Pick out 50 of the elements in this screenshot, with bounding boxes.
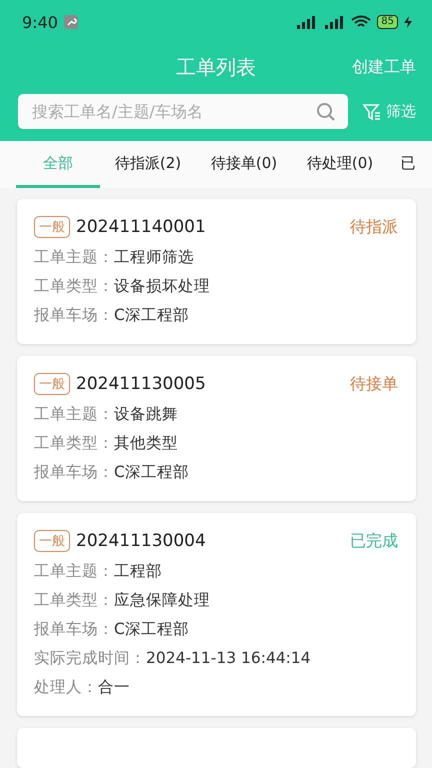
filter-tab[interactable]: 待接单(0) (196, 141, 292, 188)
field-value: 其他类型 (114, 433, 178, 454)
order-number: 202411130004 (76, 531, 206, 551)
field-label: 工单类型： (34, 590, 114, 611)
priority-badge: 一般 (34, 216, 70, 238)
order-card[interactable]: 一般 202411140001 待指派 工单主题：工程师筛选 工单类型：设备损坏处理 报单车场：C深工程部 (17, 199, 416, 344)
signal-icon (323, 15, 346, 29)
field-label: 工单主题： (34, 404, 114, 425)
field-value: 工程部 (114, 561, 162, 582)
field-label: 处理人： (34, 677, 98, 698)
field-value: 设备跳舞 (114, 404, 178, 425)
battery-level: 85 (377, 15, 398, 29)
order-status: 已完成 (350, 530, 398, 552)
status-time: 9:40 (22, 12, 58, 32)
order-status: 待接单 (350, 374, 398, 394)
field-label: 工单主题： (34, 247, 114, 268)
field-value: 合一 (98, 677, 130, 698)
filter-tab[interactable]: 待指派(2) (100, 141, 196, 188)
field-label: 实际完成时间： (34, 648, 146, 669)
filter-tab[interactable]: 待处理(0) (292, 141, 388, 188)
order-number: 202411130005 (76, 374, 206, 394)
field-label: 报单车场： (34, 619, 114, 640)
signal-icon (295, 15, 318, 29)
field-value: 工程师筛选 (114, 247, 194, 268)
page-title: 工单列表 (176, 54, 256, 80)
order-number: 202411140001 (76, 217, 206, 237)
order-card[interactable]: 一般 202411130005 待接单 工单主题：设备跳舞 工单类型：其他类型 报单车场：C深工程部 (17, 356, 416, 501)
charging-icon (404, 16, 412, 28)
field-label: 报单车场： (34, 305, 114, 326)
filter-icon (362, 102, 382, 122)
order-card[interactable]: 一般 202411130004 已完成 工单主题：工程部 工单类型：应急保障处理 报单车场：C深工程部 实际完成时间：2024-11-13 16:44:14 处理人：合一 (17, 513, 416, 716)
field-label: 报单车场： (34, 462, 114, 483)
field-value: 2024-11-13 16:44:14 (146, 648, 311, 669)
field-value: C深工程部 (114, 619, 189, 640)
priority-badge: 一般 (34, 373, 70, 395)
filter-tab[interactable]: 已 (388, 141, 428, 188)
priority-badge: 一般 (34, 530, 70, 552)
field-value: C深工程部 (114, 305, 189, 326)
field-value: 应急保障处理 (114, 590, 210, 611)
wrench-icon (64, 15, 78, 29)
field-label: 工单类型： (34, 276, 114, 297)
search-bar[interactable]: 搜索工单名/主题/车场名 (18, 94, 348, 129)
search-icon[interactable] (316, 102, 336, 122)
field-value: 设备损坏处理 (114, 276, 210, 297)
field-value: C深工程部 (114, 462, 189, 483)
field-label: 工单类型： (34, 433, 114, 454)
search-field[interactable]: 搜索工单名/主题/车场名 (30, 101, 316, 122)
field-label: 工单主题： (34, 561, 114, 582)
order-status: 待指派 (350, 216, 398, 238)
wifi-icon (351, 15, 372, 29)
